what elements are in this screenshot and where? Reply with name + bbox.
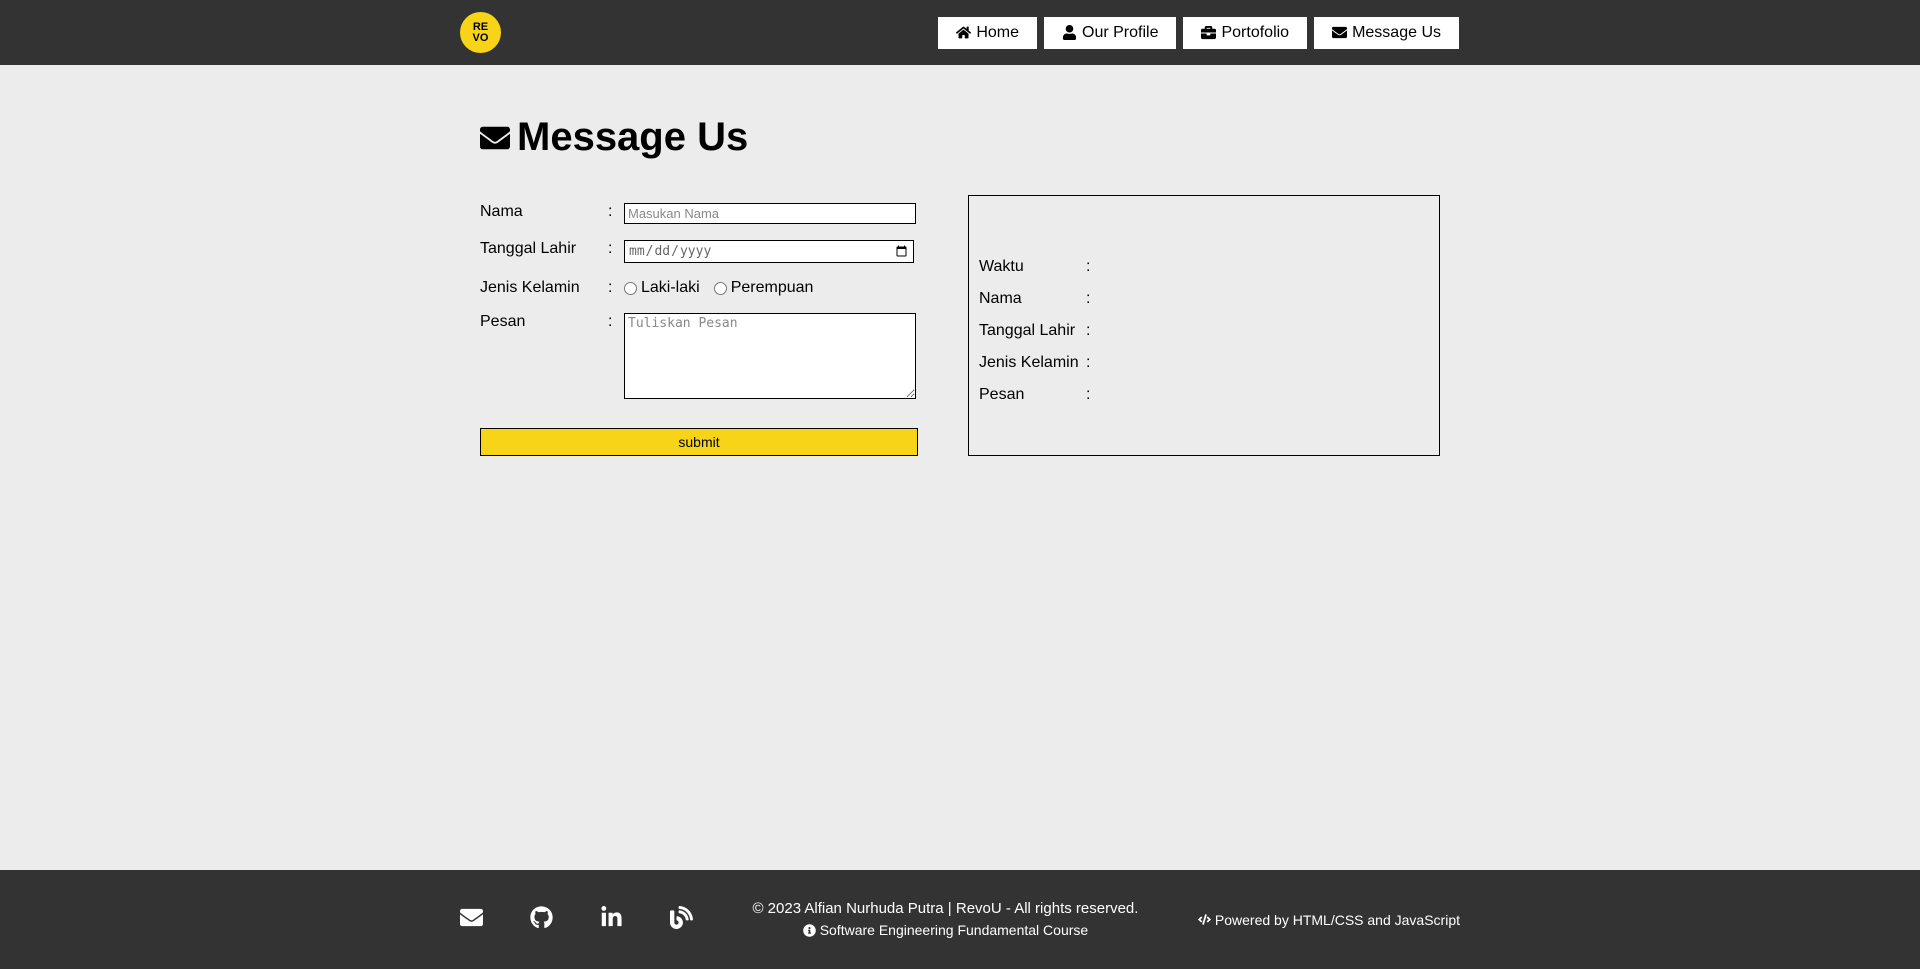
colon: : (1086, 251, 1098, 283)
nama-input[interactable] (624, 203, 916, 224)
nav-our-profile[interactable]: Our Profile (1043, 16, 1177, 50)
colon: : (608, 232, 624, 271)
nama-label: Nama (480, 195, 608, 232)
briefcase-icon (1201, 25, 1216, 40)
footer-course: Software Engineering Fundamental Course (820, 920, 1089, 941)
tanggal-label: Tanggal Lahir (480, 232, 608, 271)
page-title: Message Us (480, 115, 1440, 160)
github-icon (530, 906, 553, 929)
page-title-text: Message Us (517, 115, 748, 160)
colon: : (1086, 283, 1098, 315)
radio-perempuan-wrapper[interactable]: Perempuan (714, 279, 814, 297)
social-links (460, 906, 693, 934)
nav-message-us[interactable]: Message Us (1313, 16, 1460, 50)
logo-text: RE VO (473, 22, 489, 44)
social-github[interactable] (530, 906, 553, 934)
colon: : (1086, 315, 1098, 347)
colon: : (608, 271, 624, 305)
radio-laki[interactable] (624, 282, 637, 295)
radio-perempuan-label: Perempuan (731, 279, 814, 297)
social-email[interactable] (460, 906, 483, 934)
nav-menu: Home Our Profile Portofolio Message Us (937, 16, 1460, 50)
home-icon (956, 25, 971, 40)
output-nama-label: Nama (979, 283, 1086, 315)
colon: : (1086, 379, 1098, 411)
nav-home[interactable]: Home (937, 16, 1038, 50)
tanggal-input[interactable] (624, 240, 914, 263)
nav-home-label: Home (976, 24, 1019, 42)
pesan-label: Pesan (480, 305, 608, 412)
social-linkedin[interactable] (600, 906, 623, 934)
footer-powered: Powered by HTML/CSS and JavaScript (1215, 912, 1460, 928)
pesan-input[interactable] (624, 313, 916, 399)
output-panel: Waktu : Nama : Tanggal Lahir : Jenis Kel… (968, 195, 1440, 456)
logo[interactable]: RE VO (460, 12, 501, 53)
nav-our-profile-label: Our Profile (1082, 24, 1158, 42)
output-jenis-label: Jenis Kelamin (979, 347, 1086, 379)
output-pesan-label: Pesan (979, 379, 1086, 411)
nav-portofolio[interactable]: Portofolio (1182, 16, 1308, 50)
radio-perempuan[interactable] (714, 282, 727, 295)
social-blog[interactable] (670, 906, 693, 934)
radio-laki-wrapper[interactable]: Laki-laki (624, 279, 700, 297)
jenis-label: Jenis Kelamin (480, 271, 608, 305)
envelope-icon (1332, 25, 1347, 40)
envelope-icon (460, 906, 483, 929)
message-form: Nama : Tanggal Lahir : Jenis Kelamin : (480, 195, 918, 456)
colon: : (1086, 347, 1098, 379)
code-icon (1198, 913, 1211, 926)
linkedin-icon (600, 906, 623, 929)
blog-icon (670, 906, 693, 929)
nav-message-us-label: Message Us (1352, 24, 1441, 42)
output-waktu-label: Waktu (979, 251, 1086, 283)
envelope-icon (480, 123, 510, 153)
output-tanggal-label: Tanggal Lahir (979, 315, 1086, 347)
colon: : (608, 195, 624, 232)
submit-button[interactable]: submit (480, 428, 918, 456)
info-icon (803, 924, 816, 937)
user-icon (1062, 25, 1077, 40)
nav-portofolio-label: Portofolio (1221, 24, 1289, 42)
footer-copyright: © 2023 Alfian Nurhuda Putra | RevoU - Al… (752, 898, 1138, 921)
radio-laki-label: Laki-laki (641, 279, 700, 297)
colon: : (608, 305, 624, 412)
footer: © 2023 Alfian Nurhuda Putra | RevoU - Al… (0, 870, 1920, 969)
